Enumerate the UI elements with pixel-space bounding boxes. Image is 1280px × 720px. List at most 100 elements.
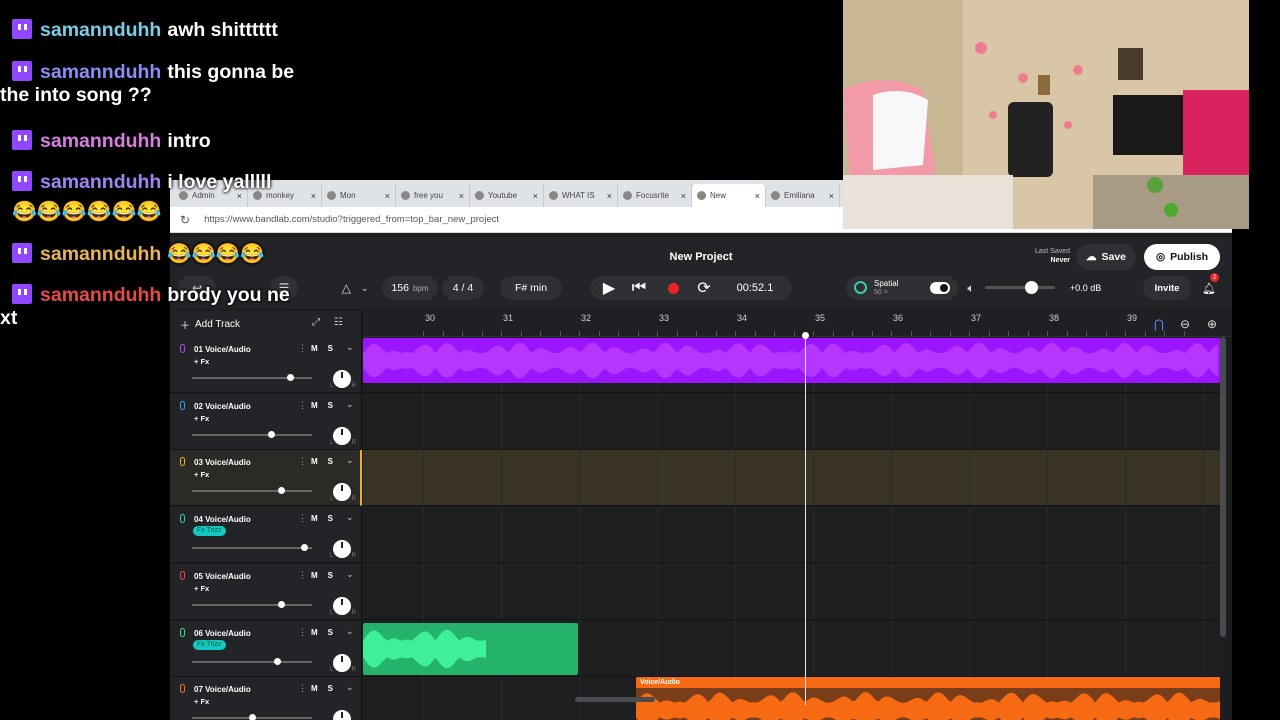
add-fx-button[interactable]: + Fx <box>194 584 209 593</box>
track-header[interactable]: 02 Voice/Audio ⋮ M S ⌄ + Fx L R <box>170 394 362 450</box>
volume-knob[interactable] <box>287 374 295 381</box>
chevron-down-icon[interactable]: ⌄ <box>346 342 354 353</box>
browser-tab[interactable]: Youtube × <box>470 184 544 207</box>
time-signature-field[interactable]: 4 / 4 <box>442 276 484 300</box>
chevron-down-icon[interactable]: ⌄ <box>346 682 354 693</box>
browser-tab[interactable]: WHAT IS × <box>544 184 618 207</box>
solo-button[interactable]: S <box>328 684 333 693</box>
chevron-down-icon[interactable]: ⌄ <box>346 569 354 580</box>
track-volume-slider[interactable] <box>192 544 312 551</box>
audio-clip[interactable] <box>363 623 578 675</box>
chevron-down-icon[interactable]: ⌄ <box>346 399 354 410</box>
mute-button[interactable]: M <box>311 401 318 410</box>
spatial-control[interactable]: Spatial 50 > <box>846 276 958 300</box>
zoom-in-icon[interactable]: ⊕ <box>1207 311 1217 337</box>
track-header[interactable]: 03 Voice/Audio ⋮ M S ⌄ + Fx L R <box>170 450 362 506</box>
solo-button[interactable]: S <box>328 628 333 637</box>
browser-tab[interactable]: free you × <box>396 184 470 207</box>
close-icon[interactable]: × <box>459 191 464 201</box>
solo-button[interactable]: S <box>328 571 333 580</box>
volume-knob[interactable] <box>274 658 282 665</box>
more-options-icon[interactable]: ⋮ <box>298 683 307 694</box>
browser-tab[interactable]: Focusrite × <box>618 184 692 207</box>
audio-clip[interactable]: Voice/Audio <box>636 677 1220 720</box>
close-icon[interactable]: × <box>385 191 390 201</box>
volume-knob[interactable] <box>249 714 256 720</box>
audio-clip[interactable] <box>363 338 1220 383</box>
browser-tab[interactable]: New × <box>692 184 766 207</box>
track-lane[interactable] <box>363 621 1220 677</box>
track-name[interactable]: 06 Voice/Audio <box>194 629 251 638</box>
play-icon[interactable]: ▶ <box>598 276 620 300</box>
mute-button[interactable]: M <box>311 684 318 693</box>
spatial-toggle[interactable] <box>930 282 950 294</box>
volume-icon[interactable]: 🔈︎ <box>963 276 979 300</box>
tempo-field[interactable]: 156 bpm <box>382 276 438 300</box>
track-header[interactable]: 07 Voice/Audio⋮MS⌄+ FxLR <box>170 677 362 720</box>
track-volume-slider[interactable] <box>192 601 312 608</box>
more-options-icon[interactable]: ⋮ <box>298 570 307 581</box>
track-lane[interactable]: Voice/Audio <box>363 677 1220 720</box>
master-volume-slider[interactable] <box>985 281 1055 294</box>
magnet-icon[interactable]: ⋂ <box>1154 311 1164 337</box>
close-icon[interactable]: × <box>607 191 612 201</box>
volume-knob[interactable] <box>300 544 308 551</box>
more-options-icon[interactable]: ⋮ <box>298 456 307 467</box>
track-name[interactable]: 05 Voice/Audio <box>194 572 251 581</box>
timeline-ruler[interactable]: 30 31 32 33 34 35 36 37 38 39 <box>363 311 1232 337</box>
mute-button[interactable]: M <box>311 571 318 580</box>
volume-knob[interactable] <box>277 601 285 608</box>
track-header[interactable]: 05 Voice/Audio ⋮ M S ⌄ + Fx L R <box>170 564 362 620</box>
browser-tab[interactable]: Emiliana × <box>766 184 840 207</box>
mute-button[interactable]: M <box>311 457 318 466</box>
track-name[interactable]: 02 Voice/Audio <box>194 402 251 411</box>
solo-button[interactable]: S <box>328 457 333 466</box>
track-volume-slider[interactable] <box>192 431 312 438</box>
track-lane[interactable] <box>363 450 1220 506</box>
solo-button[interactable]: S <box>328 401 333 410</box>
close-icon[interactable]: × <box>829 191 834 201</box>
volume-knob[interactable] <box>277 487 285 494</box>
track-name[interactable]: 04 Voice/Audio <box>194 515 251 524</box>
chevron-down-icon[interactable]: ⌄ <box>346 455 354 466</box>
track-lane[interactable] <box>363 337 1220 393</box>
track-volume-slider[interactable] <box>192 487 312 494</box>
track-name[interactable]: 07 Voice/Audio <box>194 685 251 694</box>
save-button[interactable]: ☁ Save <box>1076 244 1136 270</box>
add-fx-button[interactable]: + Fx <box>194 697 209 706</box>
track-header[interactable]: 06 Voice/Audio ⋮ M S ⌄ Fx Trizz L R <box>170 621 362 677</box>
publish-button[interactable]: ◎ Publish <box>1144 244 1220 270</box>
playhead[interactable] <box>802 332 809 705</box>
fx-preset-badge[interactable]: Fx Trizz <box>193 640 226 650</box>
zoom-out-icon[interactable]: ⊖ <box>1180 311 1190 337</box>
invite-button[interactable]: Invite <box>1143 276 1191 300</box>
track-lane[interactable] <box>363 564 1220 620</box>
close-icon[interactable]: × <box>533 191 538 201</box>
chevron-down-icon[interactable]: ⌄ <box>346 512 354 523</box>
track-volume-slider[interactable] <box>192 374 312 381</box>
chevron-down-icon[interactable]: ⌄ <box>346 626 354 637</box>
more-options-icon[interactable]: ⋮ <box>298 400 307 411</box>
close-icon[interactable]: × <box>681 191 686 201</box>
mute-button[interactable]: M <box>311 628 318 637</box>
track-name[interactable]: 03 Voice/Audio <box>194 458 251 467</box>
mute-button[interactable]: M <box>311 514 318 523</box>
master-volume-knob[interactable] <box>1025 281 1038 294</box>
close-icon[interactable]: × <box>755 191 760 201</box>
horizontal-scrollbar[interactable] <box>575 697 655 702</box>
pan-knob[interactable] <box>333 710 351 720</box>
vertical-scrollbar[interactable] <box>1220 337 1226 637</box>
solo-button[interactable]: S <box>328 514 333 523</box>
key-field[interactable]: F# min <box>500 276 562 300</box>
fx-preset-badge[interactable]: Fx Trizz <box>193 526 226 536</box>
more-options-icon[interactable]: ⋮ <box>298 513 307 524</box>
track-header[interactable]: 04 Voice/Audio ⋮ M S ⌄ Fx Trizz L R <box>170 507 362 563</box>
track-lane[interactable] <box>363 394 1220 450</box>
add-fx-button[interactable]: + Fx <box>194 470 209 479</box>
add-fx-button[interactable]: + Fx <box>194 414 209 423</box>
volume-knob[interactable] <box>268 431 276 438</box>
loop-icon[interactable]: ⟳ <box>693 276 715 300</box>
track-lane[interactable] <box>363 507 1220 563</box>
track-volume-slider[interactable] <box>192 658 312 665</box>
record-button[interactable] <box>662 276 684 300</box>
